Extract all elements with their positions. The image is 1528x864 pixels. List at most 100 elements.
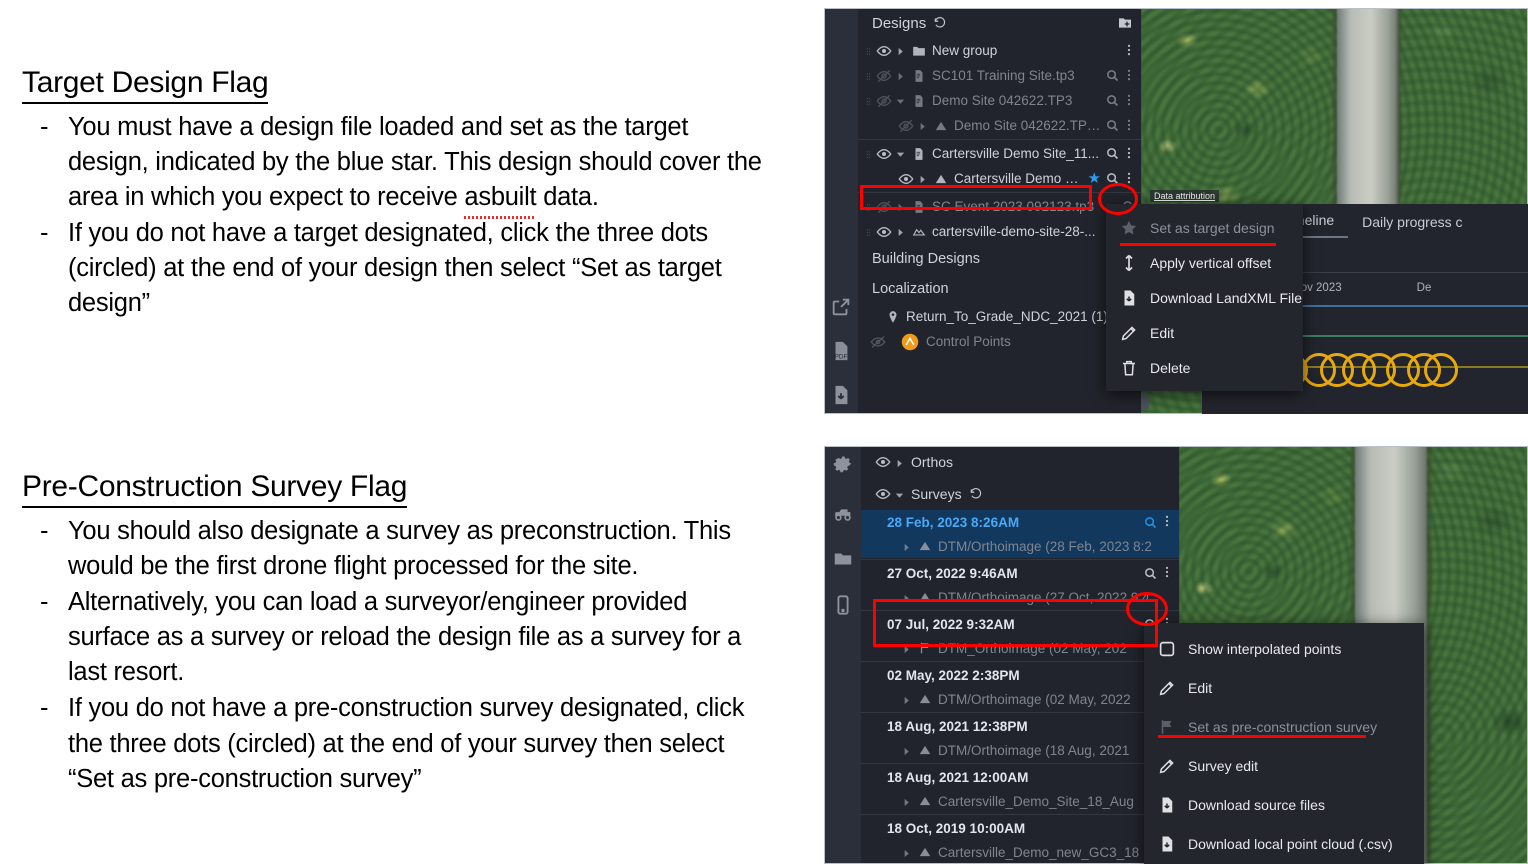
menu-item-download-source-files[interactable]: Download source files bbox=[1144, 785, 1424, 824]
surveys-section-row[interactable]: Orthos bbox=[861, 446, 1179, 478]
folder-icon[interactable] bbox=[832, 548, 854, 570]
drag-handle-icon[interactable] bbox=[864, 200, 873, 213]
survey-child-row[interactable]: Cartersville_Demo_new_GC3_18 bbox=[861, 840, 1179, 864]
eye-hidden-icon[interactable] bbox=[876, 199, 892, 215]
survey-date-row[interactable]: 02 May, 2022 2:38PM bbox=[861, 663, 1179, 687]
survey-entry[interactable]: 07 Jul, 2022 9:32AM DTM_Orthoimage (02 Ma… bbox=[861, 612, 1179, 660]
chevron-right-icon[interactable] bbox=[901, 643, 912, 654]
survey-entry[interactable]: 18 Oct, 2019 10:00AM Cartersville_Demo_ne… bbox=[861, 816, 1179, 864]
menu-item-apply-vertical-offset[interactable]: Apply vertical offset bbox=[1106, 245, 1303, 280]
menu-item-edit[interactable]: Edit bbox=[1106, 315, 1303, 350]
kebab-menu-icon[interactable] bbox=[1122, 68, 1136, 84]
eye-hidden-icon[interactable] bbox=[876, 93, 892, 109]
design-row[interactable]: cartersville-demo-site-28-... bbox=[858, 219, 1141, 244]
survey-entry[interactable]: 18 Aug, 2021 12:38PM DTM/Orthoimage (18 A… bbox=[861, 714, 1179, 762]
chevron-right-icon[interactable] bbox=[894, 457, 905, 468]
menu-item-download-local-point-cloud-csv-[interactable]: Download local point cloud (.csv) bbox=[1144, 824, 1424, 863]
zoom-to-icon[interactable] bbox=[1143, 515, 1158, 530]
design-row[interactable]: SC101 Training Site.tp3 bbox=[858, 63, 1141, 88]
survey-entry[interactable]: 27 Oct, 2022 9:46AM DTM/Orthoimage (27 Oc… bbox=[861, 561, 1179, 609]
chevron-right-icon[interactable] bbox=[901, 745, 912, 756]
target-design-star-icon[interactable]: ★ bbox=[1088, 171, 1101, 186]
survey-entry[interactable]: 02 May, 2022 2:38PM DTM/Orthoimage (02 Ma… bbox=[861, 663, 1179, 711]
kebab-menu-icon[interactable] bbox=[1122, 171, 1136, 187]
survey-date-row[interactable]: 18 Oct, 2019 10:00AM bbox=[861, 816, 1179, 840]
eye-hidden-icon[interactable] bbox=[876, 68, 892, 84]
menu-item-download-landxml-file[interactable]: Download LandXML File bbox=[1106, 280, 1303, 315]
chevron-right-icon[interactable] bbox=[895, 45, 906, 56]
survey-child-row[interactable]: DTM/Orthoimage (18 Aug, 2021 bbox=[861, 738, 1179, 762]
eye-hidden-icon[interactable] bbox=[898, 118, 914, 134]
localization-row-return-to-grade[interactable]: Return_To_Grade_NDC_2021 (1).... bbox=[858, 304, 1141, 329]
designs-tree[interactable]: Designs New group SC101 Training Site.tp3… bbox=[858, 8, 1141, 414]
survey-date-row[interactable]: 28 Feb, 2023 8:26AM bbox=[861, 510, 1179, 534]
survey-date-row[interactable]: 18 Aug, 2021 12:38PM bbox=[861, 714, 1179, 738]
eye-visible-icon[interactable] bbox=[876, 224, 892, 240]
zoom-to-icon[interactable] bbox=[1105, 93, 1120, 108]
chevron-right-icon[interactable] bbox=[895, 226, 906, 237]
chevron-right-icon[interactable] bbox=[895, 70, 906, 81]
design-row[interactable]: Demo Site 042622.TP3 bbox=[858, 88, 1141, 113]
eye-visible-icon[interactable] bbox=[875, 486, 891, 502]
kebab-menu-icon[interactable] bbox=[1122, 43, 1136, 59]
checkbox-icon[interactable] bbox=[1158, 640, 1176, 658]
survey-date-row[interactable]: 18 Aug, 2021 12:00AM bbox=[861, 765, 1179, 789]
localization-row-control-points[interactable]: Control Points bbox=[858, 329, 1141, 354]
survey-child-row[interactable]: DTM/Orthoimage (02 May, 2022 bbox=[861, 687, 1179, 711]
chevron-right-icon[interactable] bbox=[901, 796, 912, 807]
design-row[interactable]: Cartersville Demo Si... ★ bbox=[858, 166, 1141, 191]
drag-handle-icon[interactable] bbox=[864, 94, 873, 107]
timeline-marker[interactable] bbox=[1424, 353, 1458, 387]
surveys-context-menu[interactable]: Show interpolated points Edit Set as pre-c… bbox=[1144, 623, 1424, 864]
survey-date-row[interactable]: 27 Oct, 2022 9:46AM bbox=[861, 561, 1179, 585]
survey-entry[interactable]: 18 Aug, 2021 12:00AM Cartersville_Demo_Si… bbox=[861, 765, 1179, 813]
menu-item-delete[interactable]: Delete bbox=[1106, 350, 1303, 385]
chevron-down-icon[interactable] bbox=[894, 489, 905, 500]
designs-row-list[interactable]: New group SC101 Training Site.tp3 Demo Sit… bbox=[858, 38, 1141, 244]
surveys-top-row-list[interactable]: Orthos Surveys bbox=[861, 446, 1179, 510]
design-row[interactable]: Demo Site 042622.TP3 (1) bbox=[858, 113, 1141, 138]
menu-item-set-as-pre-construction-survey[interactable]: Set as pre-construction survey bbox=[1144, 707, 1424, 746]
gear-icon[interactable] bbox=[832, 456, 854, 478]
map-attribution[interactable]: Data attribution bbox=[1150, 190, 1220, 202]
kebab-menu-icon[interactable] bbox=[1122, 118, 1136, 134]
survey-child-row[interactable]: DTM/Orthoimage (27 Oct, 2022 9:4 bbox=[861, 585, 1179, 609]
left-icon-rail[interactable] bbox=[824, 446, 861, 864]
left-icon-rail[interactable]: PDF bbox=[824, 8, 858, 414]
survey-child-row[interactable]: Cartersville_Demo_Site_18_Aug bbox=[861, 789, 1179, 813]
menu-item-survey-edit[interactable]: Survey edit bbox=[1144, 746, 1424, 785]
survey-date-row[interactable]: 07 Jul, 2022 9:32AM bbox=[861, 612, 1179, 636]
eye-hidden-icon[interactable] bbox=[870, 334, 886, 350]
survey-child-row[interactable]: DTM/Orthoimage (28 Feb, 2023 8:2 bbox=[861, 534, 1179, 558]
zoom-to-icon[interactable] bbox=[1105, 171, 1120, 186]
design-row[interactable]: New group bbox=[858, 38, 1141, 63]
machine-icon[interactable] bbox=[832, 502, 854, 524]
external-link-icon[interactable] bbox=[830, 296, 852, 318]
design-row[interactable]: Cartersville Demo Site_11... bbox=[858, 141, 1141, 166]
chevron-right-icon[interactable] bbox=[901, 592, 912, 603]
history-icon[interactable] bbox=[933, 16, 947, 30]
menu-item-edit[interactable]: Edit bbox=[1144, 668, 1424, 707]
eye-visible-icon[interactable] bbox=[898, 171, 914, 187]
zoom-to-icon[interactable] bbox=[1105, 68, 1120, 83]
design-row[interactable]: SC Event 2023 092123.tp3 bbox=[858, 194, 1141, 219]
kebab-menu-icon[interactable] bbox=[1160, 514, 1174, 530]
chevron-right-icon[interactable] bbox=[917, 173, 928, 184]
surveys-section-row[interactable]: Surveys bbox=[861, 478, 1179, 510]
chevron-right-icon[interactable] bbox=[901, 847, 912, 858]
chevron-down-icon[interactable] bbox=[895, 95, 906, 106]
kebab-menu-icon[interactable] bbox=[1160, 565, 1174, 581]
survey-entry[interactable]: 28 Feb, 2023 8:26AM DTM/Orthoimage (28 Fe… bbox=[861, 510, 1179, 558]
file-download-icon[interactable] bbox=[830, 384, 852, 406]
zoom-to-icon[interactable] bbox=[1105, 118, 1120, 133]
chevron-right-icon[interactable] bbox=[917, 120, 928, 131]
eye-visible-icon[interactable] bbox=[875, 454, 891, 470]
survey-child-row[interactable]: DTM_Orthoimage (02 May, 202 bbox=[861, 636, 1179, 660]
surveys-tree[interactable]: Orthos Surveys 28 Feb, 2023 8:26AM DTM/Ort… bbox=[861, 446, 1179, 864]
zoom-to-icon[interactable] bbox=[1105, 146, 1120, 161]
drag-handle-icon[interactable] bbox=[864, 225, 873, 238]
mobile-icon[interactable] bbox=[832, 594, 854, 616]
eye-visible-icon[interactable] bbox=[876, 43, 892, 59]
kebab-menu-icon[interactable] bbox=[1122, 146, 1136, 162]
designs-context-menu[interactable]: Set as target design Apply vertical offse… bbox=[1106, 204, 1303, 391]
